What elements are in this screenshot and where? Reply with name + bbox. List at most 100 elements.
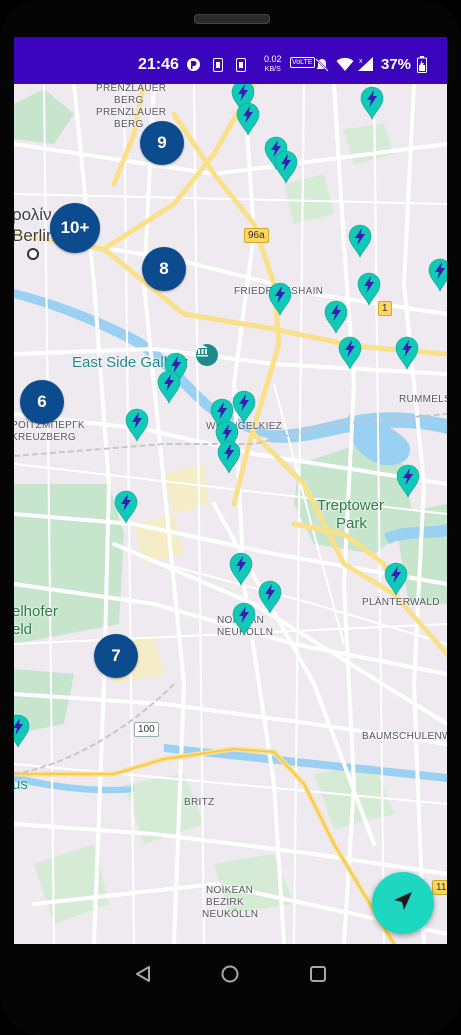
back-icon — [136, 966, 150, 982]
road-shield-96a: 96a — [244, 228, 269, 243]
ev-charger-pin-icon — [384, 562, 408, 596]
my-location-button[interactable] — [372, 872, 434, 934]
charging-station-marker[interactable] — [395, 336, 419, 370]
phone-frame: 21:46 0.02 KB/S VoLTE x 37% PRENZLAUER B… — [0, 0, 461, 1035]
wifi-icon — [336, 57, 354, 75]
cluster-count: 7 — [111, 646, 121, 665]
status-time: 21:46 — [138, 56, 179, 73]
map-label-bezirk-greek-1: ΝΟΪΚΕΑΝ — [206, 885, 254, 896]
map-label-bezirk-greek-2: ΒΕΖΙRΚ — [206, 897, 244, 908]
charging-station-marker[interactable] — [217, 440, 241, 474]
cluster-marker[interactable]: 8 — [142, 247, 186, 291]
cluster-count: 10+ — [60, 218, 90, 237]
notification-icon — [186, 57, 201, 75]
map-label-berg-1: BERG — [114, 95, 144, 106]
ev-charger-pin-icon — [217, 440, 241, 474]
back-button[interactable] — [128, 959, 158, 989]
capital-dot — [27, 248, 39, 260]
map-label-berg-2: BERG — [114, 119, 144, 130]
cluster-marker[interactable]: 6 — [20, 380, 64, 424]
data-speed: 0.02 KB/S — [264, 55, 282, 74]
home-icon — [221, 965, 239, 983]
cluster-marker[interactable]: 7 — [94, 634, 138, 678]
road-shield-113: 113 — [432, 880, 447, 895]
charging-station-marker[interactable] — [14, 714, 30, 748]
battery-icon — [417, 56, 427, 76]
ev-charger-pin-icon — [395, 336, 419, 370]
svg-text:x: x — [359, 58, 363, 65]
navigation-arrow-icon — [392, 890, 414, 917]
charging-station-marker[interactable] — [357, 272, 381, 306]
map-label-tempelhofer-2: eld — [14, 621, 33, 638]
charging-station-marker[interactable] — [114, 490, 138, 524]
cluster-marker[interactable]: 10+ — [50, 203, 100, 253]
status-bar: 21:46 0.02 KB/S VoLTE x 37% — [14, 37, 447, 84]
charging-station-marker[interactable] — [125, 408, 149, 442]
volte-label: VoLTE — [292, 59, 313, 66]
charging-station-marker[interactable] — [258, 580, 282, 614]
map-label-baumschulenweg: BAUMSCHULENWE — [362, 731, 447, 742]
charging-station-marker[interactable] — [396, 464, 420, 498]
map-label-kreuzberg: KREUZBERG — [14, 432, 76, 443]
volte-icon: VoLTE — [290, 57, 315, 68]
map-label-berlin-greek: ρολίν — [14, 205, 52, 224]
sim-icon-1 — [213, 58, 223, 75]
mute-icon — [314, 57, 330, 76]
ev-charger-pin-icon — [324, 300, 348, 334]
charging-station-marker[interactable] — [232, 602, 256, 636]
ev-charger-pin-icon — [236, 102, 260, 136]
road-shield-100: 100 — [134, 722, 159, 737]
battery-percent: 37% — [381, 56, 412, 73]
ev-charger-pin-icon — [125, 408, 149, 442]
sim-icon-2 — [236, 58, 246, 75]
ev-charger-pin-icon — [274, 150, 298, 184]
charging-station-marker[interactable] — [360, 86, 384, 120]
ev-charger-pin-icon — [14, 714, 30, 748]
charging-station-marker[interactable] — [384, 562, 408, 596]
map-label-prenzlauer-2: PRENZLAUER — [96, 107, 167, 118]
charging-station-marker[interactable] — [348, 224, 372, 258]
ev-charger-pin-icon — [232, 390, 256, 424]
map-label-britz: BRITZ — [184, 797, 215, 808]
map-label-bezirk-neukolln: NEUKÖLLN — [202, 909, 259, 920]
screen: 21:46 0.02 KB/S VoLTE x 37% PRENZLAUER B… — [14, 37, 447, 944]
signal-icon: x — [357, 56, 374, 75]
charging-station-marker[interactable] — [157, 370, 181, 404]
map-label-treptower-2: Park — [336, 515, 367, 532]
map-view[interactable]: PRENZLAUER BERG PRENZLAUER BERG ρολίν Be… — [14, 80, 447, 944]
map-label-bus: us — [14, 776, 28, 793]
ev-charger-pin-icon — [338, 336, 362, 370]
charging-station-marker[interactable] — [428, 258, 447, 292]
charging-station-marker[interactable] — [229, 552, 253, 586]
ev-charger-pin-icon — [360, 86, 384, 120]
home-button[interactable] — [215, 959, 245, 989]
map-label-rummelsburg: RUMMELSB — [399, 394, 447, 405]
ev-charger-pin-icon — [428, 258, 447, 292]
ev-charger-pin-icon — [157, 370, 181, 404]
charging-station-marker[interactable] — [274, 150, 298, 184]
museum-icon[interactable] — [196, 344, 218, 366]
recents-icon — [310, 966, 326, 982]
ev-charger-pin-icon — [348, 224, 372, 258]
ev-charger-pin-icon — [258, 580, 282, 614]
ev-charger-pin-icon — [114, 490, 138, 524]
recents-button[interactable] — [303, 959, 333, 989]
cluster-marker[interactable]: 9 — [140, 121, 184, 165]
charging-station-marker[interactable] — [338, 336, 362, 370]
ev-charger-pin-icon — [232, 602, 256, 636]
system-navigation-bar — [0, 944, 461, 1004]
charging-station-marker[interactable] — [236, 102, 260, 136]
ev-charger-pin-icon — [268, 282, 292, 316]
map-label-prenzlauer-1: PRENZLAUER — [96, 83, 167, 94]
charging-station-marker[interactable] — [268, 282, 292, 316]
map-label-planterwald: PLÄNTERWALD — [362, 597, 440, 608]
map-label-treptower-1: Treptower — [317, 497, 384, 514]
charging-station-marker[interactable] — [324, 300, 348, 334]
ev-charger-pin-icon — [229, 552, 253, 586]
charging-station-marker[interactable] — [232, 390, 256, 424]
data-speed-value: 0.02 — [264, 54, 282, 64]
cluster-count: 8 — [159, 259, 169, 278]
map-label-tempelhofer-1: elhofer — [14, 603, 58, 620]
ev-charger-pin-icon — [357, 272, 381, 306]
cluster-count: 9 — [157, 133, 167, 152]
